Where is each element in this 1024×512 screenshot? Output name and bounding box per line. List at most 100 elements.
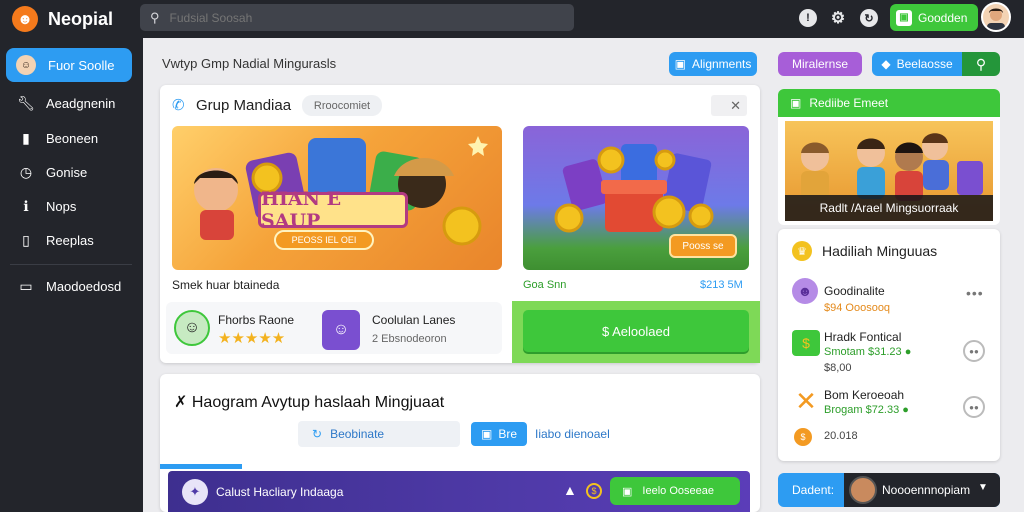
gift-icon: ▣ [790,96,802,110]
progress-indicator [160,464,242,469]
square-icon: ▣ [674,57,686,71]
window-icon: ▭ [19,277,33,294]
footer-label: Dadent: [792,483,835,497]
sidebar-divider [10,264,132,265]
bottom-bar-icon: ✦ [182,479,208,505]
sidebar-item-6[interactable]: ▭ Maodoedosd [6,269,132,303]
game-banner-2[interactable]: Pooss se [523,126,749,270]
coin-icon[interactable]: $ [586,483,602,499]
sidebar-item-5[interactable]: ▯ Reeplas [6,223,132,257]
app-title: Neopial [48,9,114,29]
gear-icon[interactable]: ⚙ [829,9,847,27]
more-icon[interactable]: ••• [966,285,984,301]
banner1-title: HIAN E SAUP [258,188,408,232]
item-icon-1: $ [792,330,820,356]
bottom-bar-button[interactable]: ▣ Ieelo Ooseeae [610,477,740,505]
chevron-down-icon[interactable]: ▼ [978,482,988,493]
action-button[interactable]: $ Aeloolaed [523,310,749,352]
avatar-icon: ☺ [16,55,36,75]
alignments-label: Alignments [691,57,752,71]
sidebar-item-1[interactable]: 🔧︎ Aeadgnenin [6,86,132,120]
radio-button[interactable]: ●● [963,396,985,418]
sidebar-item-label: Nops [46,198,77,214]
triangle-icon[interactable]: ▲ [563,482,577,498]
sidebar-item-3[interactable]: ◷ Gonise [6,155,132,189]
lower-button-2-label: Bre [498,427,518,441]
user1-name: Fhorbs Raone [218,313,295,327]
phone-icon: ✆ [172,97,185,114]
beelaosse-label: Beelaosse [896,57,953,71]
user-avatar[interactable] [981,2,1011,32]
search-icon: ⚲ [150,9,160,25]
bag-icon: ▣ [480,427,493,441]
item-icon-2: ✕ [795,385,817,416]
lower-button-2[interactable]: ▣ Bre [471,422,527,446]
user1-avatar[interactable]: ☺ [174,310,210,346]
wrench-icon: 🔧︎ [17,94,35,111]
radio-button[interactable]: ●● [963,340,985,362]
gift-icon: ▣ [896,9,912,26]
sidebar-item-2[interactable]: ▮ Beoneen [6,121,132,155]
tag-icon: ◆ [881,57,891,71]
refresh-icon[interactable]: ↻ [860,9,878,27]
lower-button-1[interactable]: ↻ Beobinate [298,421,460,447]
banner1-subtitle: PEOSS IEL OEI [274,230,374,250]
featured-card[interactable]: ▣ Rediibe Emeet Radlt /Arael Mingsuorraak [778,89,1000,225]
list-item-title: Hradk Fontical [824,330,902,344]
user2-avatar[interactable]: ☺ [322,310,360,350]
banner2-caption-right: $213 5M [700,279,743,291]
info-box-icon: ℹ [23,197,29,214]
alignments-button[interactable]: ▣ Alignments [669,52,757,76]
clock-icon: ◷ [19,163,33,180]
lower-link[interactable]: Iiabo dienoael [535,427,610,441]
search-icon: ⚲ [975,55,987,72]
featured-card-title: Rediibe Emeet [809,96,889,110]
user-footer[interactable]: Dadent: Noooennnopiam ▼ [778,473,1000,507]
sidebar-item-label: Reeplas [46,232,94,248]
list-item-sub: Smotam $31.23 ● [824,346,912,358]
file-icon: ▯ [22,231,30,248]
search-box[interactable]: ⚲ [140,4,574,31]
star-rating: ★★★★★ [218,330,286,347]
item-icon-0: ☻ [792,278,818,304]
gift-icon: ▣ [622,485,633,498]
sidebar-item-label: Fuor Soolle [48,57,115,73]
search-input[interactable] [169,10,550,25]
game-banner-1[interactable]: HIAN E SAUP PEOSS IEL OEI [172,126,502,270]
lower-card-title: ✗ Haogram Avytup haslaah Mingjuaat [174,394,445,411]
sidebar-item-label: Gonise [46,164,88,180]
sidebar-item-4[interactable]: ℹ Nops [6,189,132,223]
refresh-icon: ↻ [312,427,323,441]
sidebar-item-0[interactable]: ☺ Fuor Soolle [6,48,132,82]
footer-name: Noooennnopiam [882,483,971,497]
info-icon[interactable]: ! [799,9,817,27]
lower-card-title-text: Haogram Avytup haslaah Mingjuaat [191,394,445,411]
top-action-label: Goodden [918,10,968,25]
featured-card-header: ▣ Rediibe Emeet [778,89,1000,117]
app-logo-icon[interactable]: ☻ [12,6,38,32]
trophy-icon: ♛ [792,241,812,261]
search-button[interactable]: ⚲ [962,52,1000,76]
list-item-title: Goodinalite [824,284,885,298]
beelaosse-button[interactable]: ◆ Beelaosse [872,52,962,76]
list-item-sub2: $8,00 [824,362,852,374]
sidebar-item-label: Aeadgnenin [46,95,116,111]
miralernse-label: Miralernse [791,57,848,71]
banner2-subtitle: Pooss se [669,234,737,258]
sidebar-item-label: Maodoedosd [46,278,122,294]
document-icon: ▮ [22,129,30,146]
list-item-sub2: 20.018 [824,430,858,442]
page-title: Vwtyp Gmp Nadial Mingurasls [162,56,337,71]
list-item-sub: Brogam $72.33 ● [824,404,909,416]
miralernse-button[interactable]: Miralernse [778,52,862,76]
sidebar-item-label: Beoneen [46,130,99,146]
group-tag: Rroocomiet [302,95,382,116]
banner2-caption-left: Goa Snn [523,279,567,291]
close-icon[interactable]: ✕ [711,95,747,116]
bottom-bar-text: Calust Hacliary Indaaga [216,485,344,499]
list-item-sub: $94 Ooosooq [824,302,891,314]
list-title: Hadiliah Minguuas [822,243,938,259]
top-action-button[interactable]: ▣ Goodden [890,4,978,31]
list-item-title: Bom Keroeoah [824,388,905,402]
footer-avatar [849,476,877,504]
